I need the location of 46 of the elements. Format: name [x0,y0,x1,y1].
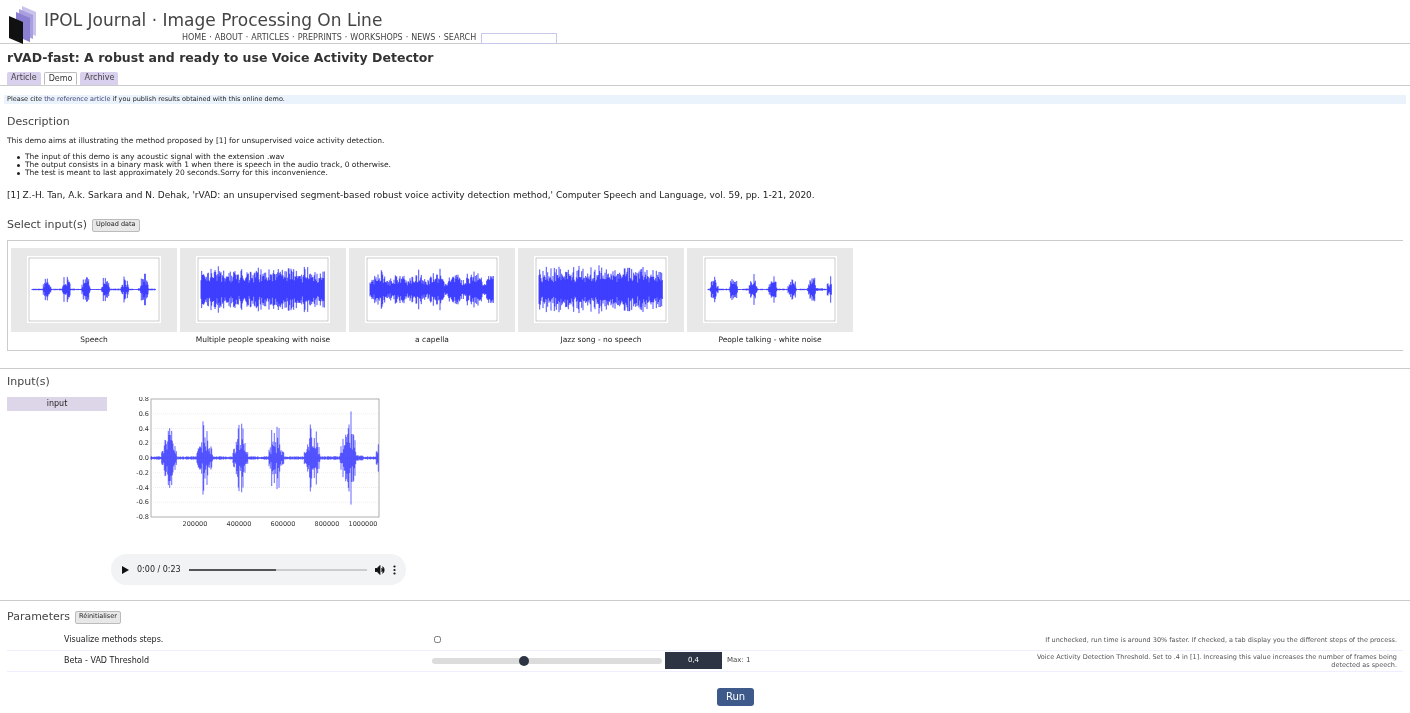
nav-link[interactable]: WORKSHOPS [350,32,403,44]
site-title: IPOL Journal · Image Processing On Line [44,9,384,32]
thumbnail-frame[interactable] [687,247,853,332]
bullet-icon [17,163,20,167]
play-icon[interactable] [121,565,129,574]
more-icon[interactable] [393,564,396,575]
run-button[interactable]: Run [717,687,754,706]
nav-separator: · [438,32,441,44]
bullet-icon [17,155,20,159]
search-field[interactable] [481,32,558,44]
section-heading: Select input(s) [7,217,88,233]
section-heading: Parameters [7,609,70,625]
bullet-icon [17,171,20,175]
tab[interactable]: Demo [43,71,78,85]
nav-link[interactable]: HOME [182,32,207,44]
nav-link[interactable]: ARTICLES [251,32,290,44]
page-title: rVAD-fast: A robust and ready to use Voice Activity Detector [6,49,435,67]
nav-link[interactable]: PREPRINTS [297,32,342,44]
parameter-label: Visualize methods steps. [63,633,165,646]
parameter-label: Beta - VAD Threshold [63,654,150,667]
nav-link[interactable]: ABOUT [214,32,243,44]
nav-link[interactable]: SEARCH [443,32,477,44]
tab[interactable]: Article [7,71,41,85]
nav-link[interactable]: NEWS [411,32,436,44]
nav-separator: · [209,32,212,44]
audio-player[interactable]: 0:00 / 0:23 [111,554,406,585]
audio-time: 0:00 / 0:23 [137,563,181,576]
thumbnail-frame[interactable] [349,247,515,332]
section-heading: Input(s) [7,373,51,390]
slider-thumb[interactable] [519,655,529,666]
volume-icon[interactable] [375,564,385,575]
thumbnail-frame[interactable] [11,247,177,332]
logo-icon [8,6,38,44]
checkbox[interactable] [434,636,441,643]
nav-separator: · [292,32,295,44]
nav-separator: · [245,32,249,44]
reference-text: [1] Z.-H. Tan, A.k. Sarkara and N. Dehak, 'rVAD: an unsupervised segment-based robust voice activity detection method,' Computer Speech and Language, vol. 59, pp. 1-21, 2020. [7,188,816,202]
input-label: input [7,397,107,411]
section-heading: Description [7,113,71,130]
thumbnail-frame[interactable] [180,247,346,332]
slider-track[interactable] [432,657,662,664]
nav-separator: · [344,32,348,44]
nav-separator: · [405,32,409,44]
audio-track[interactable] [188,568,367,571]
thumbnail-frame[interactable] [518,247,684,332]
tab[interactable]: Archive [80,71,119,85]
